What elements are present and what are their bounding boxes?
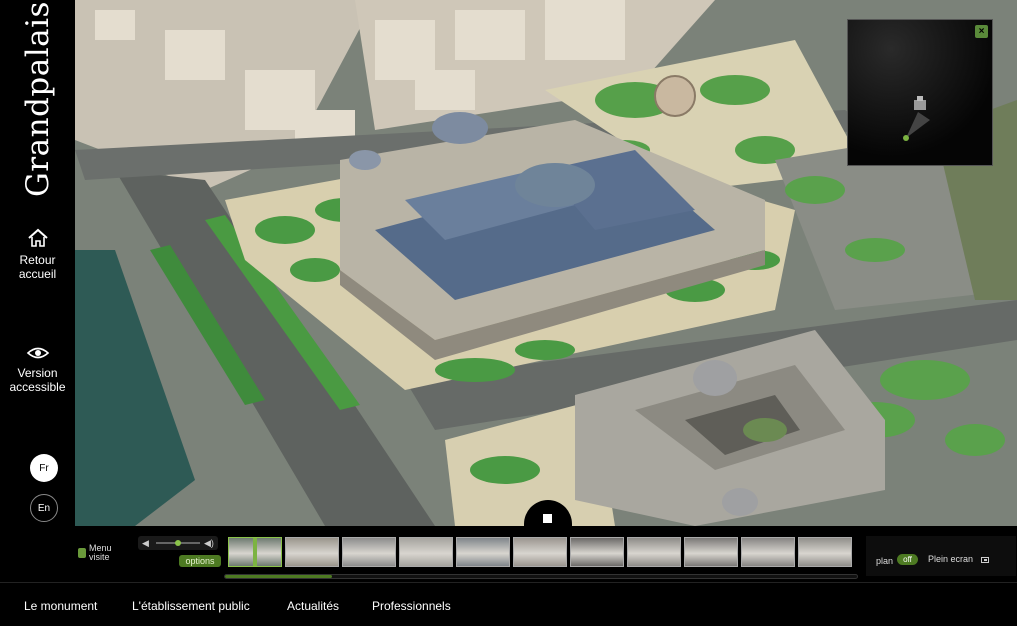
home-label-2: accueil: [18, 267, 57, 281]
tour-thumbnail[interactable]: [513, 537, 567, 567]
footer-nav: Le monument L'établissement public Actua…: [0, 582, 1017, 626]
home-button[interactable]: Retour accueil: [0, 228, 75, 281]
menu-visite-label-2: visite: [89, 552, 110, 562]
accessible-label-1: Version: [17, 366, 58, 380]
menu-visite-checkbox[interactable]: [78, 548, 86, 558]
tour-thumbnail[interactable]: [342, 537, 396, 567]
home-icon: [27, 228, 48, 247]
tour-thumbnails: [228, 537, 852, 567]
tour-thumbnail[interactable]: [684, 537, 738, 567]
options-button[interactable]: options: [179, 555, 221, 567]
logo[interactable]: Grandpalais: [8, 1, 68, 197]
fullscreen-label[interactable]: Plein ecran: [928, 554, 973, 564]
stop-icon: [543, 514, 552, 523]
menu-visite-toggle[interactable]: Menu visite: [78, 544, 112, 562]
aerial-3d-view[interactable]: ×: [75, 0, 1017, 526]
tour-thumbnail[interactable]: [285, 537, 339, 567]
minimap-view-marker: [903, 96, 930, 141]
sidebar: Grandpalais Retour accueil Version acces…: [0, 0, 75, 526]
tour-thumbnail[interactable]: [570, 537, 624, 567]
nav-le-monument[interactable]: Le monument: [24, 599, 97, 613]
accessible-version-button[interactable]: Version accessible: [0, 345, 75, 394]
tour-thumbnail[interactable]: [456, 537, 510, 567]
tour-thumbnail[interactable]: [741, 537, 795, 567]
home-label-1: Retour: [19, 253, 56, 267]
volume-slider[interactable]: ◀ ◀): [138, 536, 218, 550]
tour-thumbnail[interactable]: [228, 537, 282, 567]
language-en-button[interactable]: En: [30, 494, 58, 522]
eye-icon: [26, 347, 49, 359]
tour-progress-fill: [225, 575, 333, 578]
tour-toolbar: Menu visite ◀ ◀) options plan off Plein …: [75, 526, 1017, 582]
language-fr-button[interactable]: Fr: [30, 454, 58, 482]
tour-thumbnail[interactable]: [627, 537, 681, 567]
nav-etablissement-public[interactable]: L'établissement public: [132, 599, 250, 613]
nav-actualites[interactable]: Actualités: [287, 599, 339, 613]
tour-progress-bar[interactable]: [224, 574, 858, 579]
tour-thumbnail[interactable]: [798, 537, 852, 567]
volume-high-icon: ◀): [204, 538, 214, 548]
view-controls: plan off Plein ecran: [866, 536, 1016, 576]
minimap[interactable]: ×: [847, 19, 993, 166]
plan-toggle[interactable]: off: [897, 554, 918, 565]
nav-professionnels[interactable]: Professionnels: [372, 599, 451, 613]
volume-low-icon: ◀: [142, 538, 149, 548]
logo-text: Grandpalais: [20, 0, 57, 197]
accessible-label-2: accessible: [9, 380, 66, 394]
fullscreen-icon[interactable]: [981, 557, 989, 563]
tour-thumbnail[interactable]: [399, 537, 453, 567]
volume-knob[interactable]: [175, 540, 181, 546]
plan-label: plan: [876, 556, 894, 566]
